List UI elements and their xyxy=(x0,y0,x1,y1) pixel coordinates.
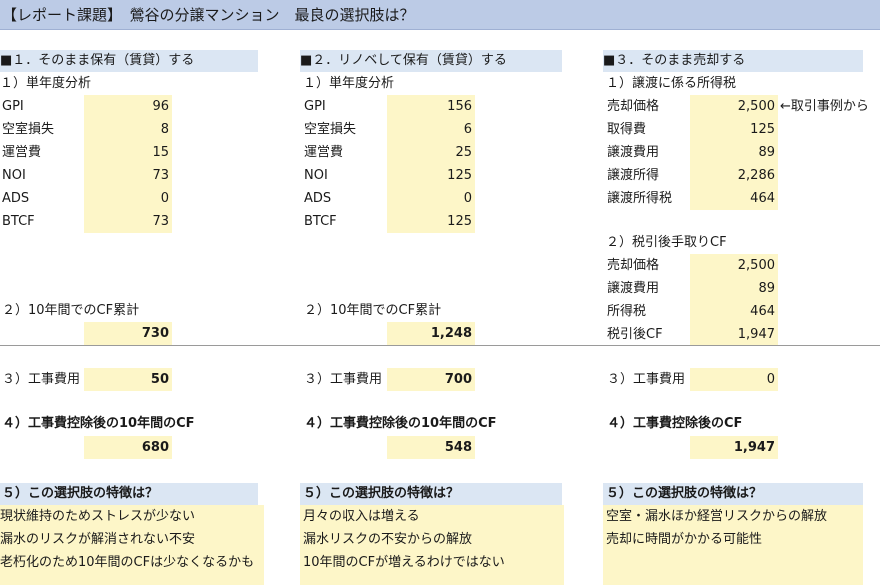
option3-subheading-construction: ３）工事費用 xyxy=(607,372,686,387)
option2-header: ■２．リノベして保有（賃貸）する xyxy=(300,50,562,72)
option2-subheading-cf-after: ４）工事費控除後の10年間のCF xyxy=(304,416,497,431)
option2-row-value: 125 xyxy=(387,164,475,187)
option1-feature-box: 現状維持のためストレスが少ない 漏水のリスクが解消されない不安 老朽化のため10… xyxy=(0,505,264,585)
option2-feature-box: 月々の収入は増える 漏水リスクの不安からの解放 10年間のCFが増えるわけではな… xyxy=(300,505,564,585)
option3-subheading-net-cf: ２）税引後手取りCF xyxy=(606,235,727,250)
option3-row-label: 取得費 xyxy=(607,122,647,137)
option1-feature-item: 老朽化のため10年間のCFは少なくなるかも xyxy=(0,555,255,570)
option3-construction-value: 0 xyxy=(690,368,778,391)
option1-subheading-construction: ３）工事費用 xyxy=(2,372,81,387)
option1-row-value: 0 xyxy=(84,187,172,210)
option3-row2-value: 464 xyxy=(690,300,778,323)
option2-subheading-annual: １）単年度分析 xyxy=(303,76,395,91)
option2-row-label: 運営費 xyxy=(304,145,344,160)
option2-feature-item: 漏水リスクの不安からの解放 xyxy=(303,532,473,547)
option2-cf-after-value: 548 xyxy=(387,436,475,459)
option1-row-label: GPI xyxy=(2,99,24,114)
option2-row-value: 156 xyxy=(387,95,475,118)
option1-row-label: BTCF xyxy=(2,214,35,229)
option3-row2-value: 2,500 xyxy=(690,254,778,277)
option3-row-value: 125 xyxy=(690,118,778,141)
option1-row-value: 73 xyxy=(84,210,172,233)
option2-row-label: BTCF xyxy=(304,214,337,229)
option1-subheading-annual: １）単年度分析 xyxy=(0,76,92,91)
option2-feature-item: 10年間のCFが増えるわけではない xyxy=(303,555,505,570)
option2-row-label: 空室損失 xyxy=(304,122,357,137)
page-title: 【レポート課題】 鶯谷の分譲マンション 最良の選択肢は？ xyxy=(0,0,880,30)
option3-row-value: 464 xyxy=(690,187,778,210)
option1-cf-after-value: 680 xyxy=(84,436,172,459)
option3-row2-value: 1,947 xyxy=(690,323,778,346)
option3-feature-item: 売却に時間がかかる可能性 xyxy=(606,532,763,547)
option1-row-value: 73 xyxy=(84,164,172,187)
option1-feature-header: ５）この選択肢の特徴は？ xyxy=(0,483,258,505)
option2-feature-header: ５）この選択肢の特徴は？ xyxy=(300,483,562,505)
option2-row-value: 25 xyxy=(387,141,475,164)
option1-feature-item: 現状維持のためストレスが少ない xyxy=(0,509,196,524)
option2-row-label: GPI xyxy=(304,99,326,114)
option1-construction-value: 50 xyxy=(84,368,172,391)
option1-feature-item: 漏水のリスクが解消されない不安 xyxy=(0,532,196,547)
option2-cf-total-value: 1,248 xyxy=(387,322,475,345)
option2-row-value: 0 xyxy=(387,187,475,210)
option1-header: ■１．そのまま保有（賃貸）する xyxy=(0,50,258,72)
option1-cf-total-value: 730 xyxy=(84,322,172,345)
option3-source-note: ←取引事例から xyxy=(780,99,869,114)
option3-row2-label: 売却価格 xyxy=(607,258,660,273)
option3-row-value: 2,286 xyxy=(690,164,778,187)
option1-row-value: 15 xyxy=(84,141,172,164)
option3-row2-value: 89 xyxy=(690,277,778,300)
option1-row-label: NOI xyxy=(2,168,26,183)
option3-row-label: 譲渡所得税 xyxy=(607,191,673,206)
option3-subheading-tax: １）譲渡に係る所得税 xyxy=(606,76,737,91)
option1-row-label: 空室損失 xyxy=(2,122,55,137)
option3-row2-label: 税引後CF xyxy=(607,327,663,342)
option1-row-value: 96 xyxy=(84,95,172,118)
option2-row-value: 6 xyxy=(387,118,475,141)
option2-construction-value: 700 xyxy=(387,368,475,391)
option3-subheading-cf-after: ４）工事費控除後のCF xyxy=(607,416,743,431)
option1-subheading-cf-total: ２）10年間でのCF累計 xyxy=(2,303,140,318)
option2-row-label: ADS xyxy=(304,191,332,206)
section-divider xyxy=(0,345,880,346)
option2-subheading-cf-total: ２）10年間でのCF累計 xyxy=(304,303,442,318)
option3-feature-header: ５）この選択肢の特徴は？ xyxy=(603,483,863,505)
option3-row-label: 譲渡所得 xyxy=(607,168,660,183)
option2-feature-item: 月々の収入は増える xyxy=(303,509,420,524)
option1-subheading-cf-after: ４）工事費控除後の10年間のCF xyxy=(2,416,195,431)
option3-cf-after-value: 1,947 xyxy=(690,436,778,459)
option3-header: ■３．そのまま売却する xyxy=(603,50,863,72)
option2-subheading-construction: ３）工事費用 xyxy=(304,372,383,387)
option3-row-label: 譲渡費用 xyxy=(607,145,660,160)
option1-row-label: 運営費 xyxy=(2,145,42,160)
option3-row-label: 売却価格 xyxy=(607,99,660,114)
option2-row-value: 125 xyxy=(387,210,475,233)
option3-row-value: 89 xyxy=(690,141,778,164)
option3-row-value: 2,500 xyxy=(690,95,778,118)
option3-row2-label: 所得税 xyxy=(607,304,647,319)
option2-row-label: NOI xyxy=(304,168,328,183)
option3-feature-box: 空室・漏水ほか経営リスクからの解放 売却に時間がかかる可能性 xyxy=(603,505,863,585)
option3-feature-item: 空室・漏水ほか経営リスクからの解放 xyxy=(606,509,828,524)
option1-row-label: ADS xyxy=(2,191,30,206)
option3-row2-label: 譲渡費用 xyxy=(607,281,660,296)
option1-row-value: 8 xyxy=(84,118,172,141)
